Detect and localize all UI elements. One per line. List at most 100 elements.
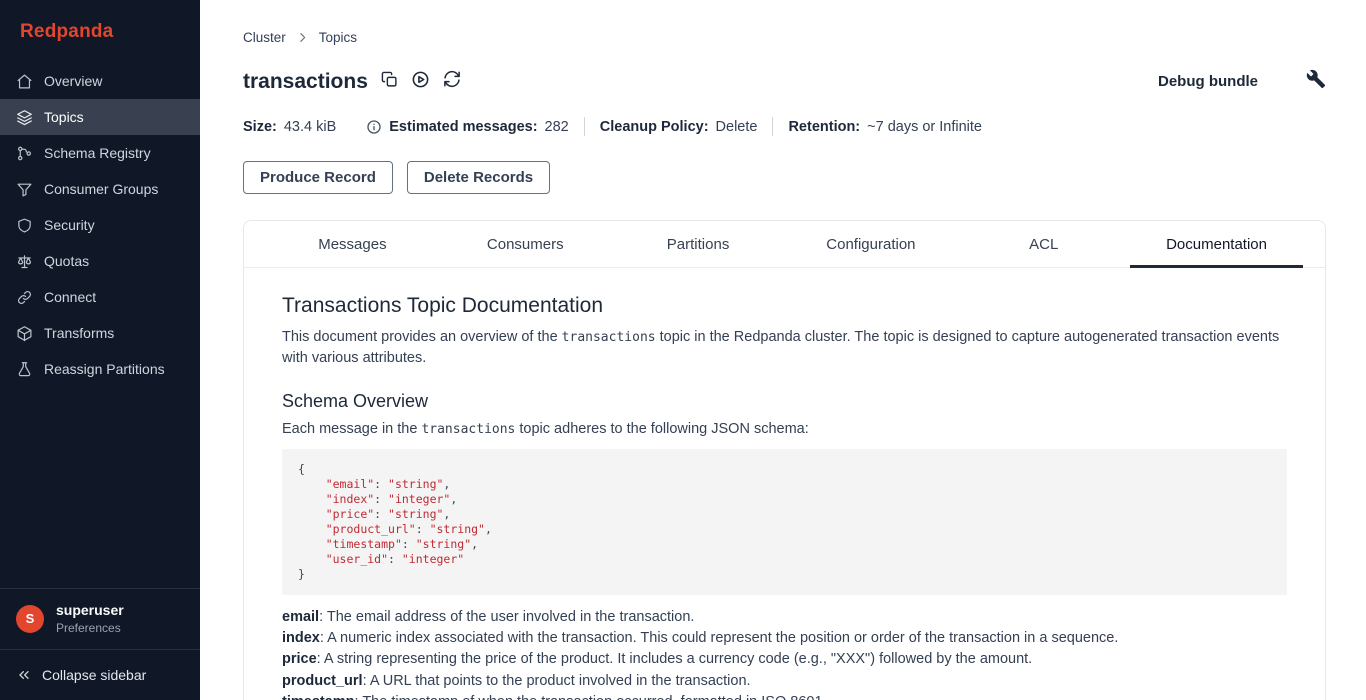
field-desc: : The email address of the user involved… <box>319 609 694 625</box>
tab-consumers[interactable]: Consumers <box>439 221 612 268</box>
refresh-icon <box>443 70 461 93</box>
breadcrumb: Cluster Topics <box>243 30 1326 45</box>
tab-acl[interactable]: ACL <box>957 221 1130 268</box>
topics-icon <box>16 109 33 126</box>
sidebar-item-label: Consumer Groups <box>44 181 158 197</box>
code-line: "price": "string", <box>298 507 1271 522</box>
user-name: superuser <box>56 602 124 618</box>
wrench-icon <box>1306 69 1326 94</box>
sidebar-item-quotas[interactable]: Quotas <box>0 243 200 279</box>
app-root: Redpanda OverviewTopicsSchema RegistryCo… <box>0 0 1366 700</box>
tab-configuration[interactable]: Configuration <box>784 221 957 268</box>
info-icon[interactable] <box>366 119 382 135</box>
sidebar-item-label: Connect <box>44 289 96 305</box>
preview-topic-button[interactable] <box>411 70 430 94</box>
connect-icon <box>16 289 33 306</box>
breadcrumb-item-topics[interactable]: Topics <box>319 30 357 45</box>
stats-row: Size:43.4 kiBEstimated messages:282Clean… <box>243 117 1326 136</box>
tab-bar: MessagesConsumersPartitionsConfiguration… <box>244 221 1325 268</box>
field-email: email: The email address of the user inv… <box>282 607 1287 628</box>
sidebar-item-schema-registry[interactable]: Schema Registry <box>0 135 200 171</box>
debug-bundle-link[interactable]: Debug bundle <box>1158 73 1258 90</box>
home-icon <box>16 73 33 90</box>
field-timestamp: timestamp: The timestamp of when the tra… <box>282 692 1287 700</box>
preferences-link[interactable]: Preferences <box>56 621 124 635</box>
consumer-groups-icon <box>16 181 33 198</box>
delete-records-button[interactable]: Delete Records <box>407 161 550 194</box>
code-line: "product_url": "string", <box>298 522 1271 537</box>
copy-icon <box>381 71 398 93</box>
actions-row: Produce Record Delete Records <box>243 161 1326 194</box>
sidebar-bottom: S superuser Preferences Collapse sidebar <box>0 588 200 700</box>
sidebar-item-label: Reassign Partitions <box>44 361 165 377</box>
code-line: } <box>298 567 1271 582</box>
field-product-url: product_url: A URL that points to the pr… <box>282 671 1287 692</box>
stat-cleanup-policy: Cleanup Policy:Delete <box>585 119 773 135</box>
main-content: Cluster Topics transactions <box>200 0 1366 700</box>
schema-intro: Each message in the transactions topic a… <box>282 419 1287 440</box>
sidebar-item-consumer-groups[interactable]: Consumer Groups <box>0 171 200 207</box>
copy-topic-name-button[interactable] <box>381 71 398 93</box>
stat-label: Size: <box>243 119 277 135</box>
code-line: "email": "string", <box>298 477 1271 492</box>
stat-label: Cleanup Policy: <box>600 119 709 135</box>
stat-retention: Retention:~7 days or Infinite <box>773 119 997 135</box>
produce-record-button[interactable]: Produce Record <box>243 161 393 194</box>
sidebar-item-label: Quotas <box>44 253 89 269</box>
field-name: index <box>282 630 320 646</box>
redpanda-logo[interactable]: Redpanda <box>0 0 200 59</box>
field-name: product_url <box>282 673 363 689</box>
code-line: "user_id": "integer" <box>298 552 1271 567</box>
collapse-sidebar-label: Collapse sidebar <box>42 667 146 683</box>
breadcrumb-item-cluster[interactable]: Cluster <box>243 30 286 45</box>
text-run: topic adheres to the following JSON sche… <box>515 421 808 437</box>
sidebar-item-reassign-partitions[interactable]: Reassign Partitions <box>0 351 200 387</box>
quotas-icon <box>16 253 33 270</box>
sidebar-item-label: Security <box>44 217 95 233</box>
sidebar-item-label: Overview <box>44 73 102 89</box>
doc-intro: This document provides an overview of th… <box>282 327 1287 369</box>
code-line: { <box>298 462 1271 477</box>
stat-value: ~7 days or Infinite <box>867 119 982 135</box>
code-line: "index": "integer", <box>298 492 1271 507</box>
field-desc: : The timestamp of when the transaction … <box>355 694 827 700</box>
sidebar-nav: Overview TopicsSchema Registry Consumer Gr… <box>0 63 200 387</box>
code-line: "timestamp": "string", <box>298 537 1271 552</box>
sidebar-item-topics[interactable]: Topics <box>0 99 200 135</box>
field-name: email <box>282 609 319 625</box>
stat-value: 282 <box>545 119 569 135</box>
reassign-partitions-icon <box>16 361 33 378</box>
sidebar-item-security[interactable]: Security <box>0 207 200 243</box>
page-header: transactions Debug <box>243 69 1326 94</box>
sidebar: Redpanda Overview TopicsSchema Registry Co… <box>0 0 200 700</box>
field-desc: : A numeric index associated with the tr… <box>320 630 1119 646</box>
shield-icon <box>16 217 33 234</box>
field-index: index: A numeric index associated with t… <box>282 628 1287 649</box>
documentation-panel: Transactions Topic Documentation This do… <box>244 268 1325 700</box>
sidebar-item-overview[interactable]: Overview <box>0 63 200 99</box>
sidebar-item-transforms[interactable]: Transforms <box>0 315 200 351</box>
tab-documentation[interactable]: Documentation <box>1130 221 1303 268</box>
avatar[interactable]: S <box>16 605 44 633</box>
tools-menu-button[interactable] <box>1306 69 1326 94</box>
inline-code: transactions <box>562 330 656 345</box>
field-name: timestamp <box>282 694 355 700</box>
tab-messages[interactable]: Messages <box>266 221 439 268</box>
play-circle-icon <box>411 70 430 94</box>
topic-detail-card: MessagesConsumersPartitionsConfiguration… <box>243 220 1326 700</box>
field-desc: : A URL that points to the product invol… <box>363 673 751 689</box>
inline-code: transactions <box>421 422 515 437</box>
chevrons-left-icon <box>16 667 32 683</box>
chevron-right-icon <box>296 31 309 44</box>
collapse-sidebar-button[interactable]: Collapse sidebar <box>0 650 200 700</box>
user-menu[interactable]: S superuser Preferences <box>0 589 200 649</box>
sidebar-item-label: Transforms <box>44 325 114 341</box>
text-run: Each message in the <box>282 421 421 437</box>
field-name: price <box>282 651 317 667</box>
tab-partitions[interactable]: Partitions <box>612 221 785 268</box>
sidebar-item-connect[interactable]: Connect <box>0 279 200 315</box>
refresh-topic-button[interactable] <box>443 70 461 93</box>
transforms-icon <box>16 325 33 342</box>
schema-code-block: { "email": "string", "index": "integer",… <box>282 449 1287 595</box>
stat-label: Estimated messages: <box>389 119 537 135</box>
